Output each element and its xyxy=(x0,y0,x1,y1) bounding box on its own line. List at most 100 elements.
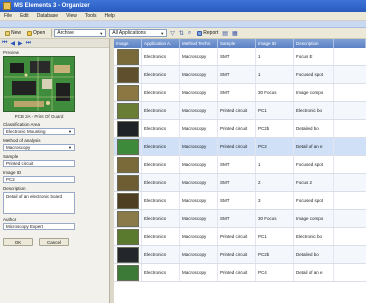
table-row[interactable]: Electronics Macroscopy SMT 1 Focused spot xyxy=(114,66,366,84)
panel-buttons: OK Cancel xyxy=(3,238,106,246)
table-row[interactable]: Electronics Macroscopy SMT 30 Focus Image co… xyxy=(114,210,366,228)
extra-cell xyxy=(334,228,366,245)
thumbnail-image[interactable] xyxy=(116,84,139,101)
column-header-application[interactable]: Application A. xyxy=(142,39,180,48)
sample-cell: Printed circuit xyxy=(218,264,256,281)
sample-cell: SMT xyxy=(218,84,256,101)
table-row[interactable]: Electronics Macroscopy SMT 3 Focused spot xyxy=(114,192,366,210)
report-button[interactable]: Report xyxy=(195,29,220,37)
table-row[interactable]: Electronics Macroscopy Printed circuit PC1 E… xyxy=(114,102,366,120)
image-id-cell: PC1 xyxy=(256,102,294,119)
column-header-sample[interactable]: Sample xyxy=(218,39,256,48)
thumbnail-image[interactable] xyxy=(116,138,139,155)
table-row[interactable]: Electronics Macroscopy Printed circuit PC1 E… xyxy=(114,228,366,246)
application-cell: Electronics xyxy=(142,138,180,155)
method-select[interactable]: Macroscopy ▼ xyxy=(3,144,75,151)
first-icon[interactable]: ⏮ xyxy=(2,40,7,47)
thumbnail-image[interactable] xyxy=(116,246,139,263)
filter-icon[interactable]: ▽ xyxy=(170,30,175,37)
description-cell: Focused spot xyxy=(294,156,334,173)
menu-help[interactable]: Help xyxy=(105,13,115,19)
thumbnail-image[interactable] xyxy=(116,174,139,191)
archive-dropdown[interactable]: Archive ▼ xyxy=(54,29,107,37)
method-cell: Macroscopy xyxy=(180,246,218,263)
thumbnail-image[interactable] xyxy=(116,210,139,227)
thumbnail-cell xyxy=(114,174,142,191)
thumbnail-cell xyxy=(114,264,142,281)
menu-database[interactable]: Database xyxy=(37,13,58,19)
description-cell: Focus E xyxy=(294,48,334,65)
sample-value: Printed circuit xyxy=(6,161,34,166)
table-row[interactable]: Electronics Macroscopy Printed circuit PC4 D… xyxy=(114,264,366,282)
image-id-field[interactable]: PC2 xyxy=(3,176,75,183)
method-cell: Macroscopy xyxy=(180,264,218,281)
new-button[interactable]: New xyxy=(3,29,23,37)
extra-cell xyxy=(334,246,366,263)
column-header-extra[interactable] xyxy=(334,39,366,48)
method-cell: Macroscopy xyxy=(180,48,218,65)
menu-file[interactable]: File xyxy=(4,13,12,19)
thumbnail-cell xyxy=(114,66,142,83)
thumbnail-image[interactable] xyxy=(116,66,139,83)
table-row[interactable]: Electronics Macroscopy SMT 1 Focused spot xyxy=(114,156,366,174)
sample-field[interactable]: Printed circuit xyxy=(3,160,75,167)
application-dropdown[interactable]: All Applications ▼ xyxy=(109,29,168,37)
thumbnail-image[interactable] xyxy=(116,228,139,245)
grid-icon[interactable]: ▦ xyxy=(232,30,238,37)
sort-icon[interactable]: ⇅ xyxy=(179,30,184,37)
column-header-image[interactable]: Image xyxy=(114,39,142,48)
classification-value: Electronic Mounting xyxy=(6,129,46,134)
extra-cell xyxy=(334,48,366,65)
thumbnail-image[interactable] xyxy=(116,120,139,137)
chevron-down-icon: ▼ xyxy=(99,30,104,36)
menu-bar: File Edit Database View Tools Help xyxy=(0,12,366,21)
properties-panel: ⏮ ◀ ▶ ⏭ Preview PCB 3A - Print Of Guard … xyxy=(0,39,110,303)
application-dropdown-value: All Applications xyxy=(112,30,146,36)
table-row[interactable]: Electronics Macroscopy SMT 30 Focus Image co… xyxy=(114,84,366,102)
thumbnail-cell xyxy=(114,210,142,227)
image-id-value: PC2 xyxy=(6,177,15,182)
extra-cell xyxy=(334,84,366,101)
menu-view[interactable]: View xyxy=(66,13,77,19)
image-id-cell: PC2b xyxy=(256,246,294,263)
method-cell: Macroscopy xyxy=(180,228,218,245)
column-header-description[interactable]: Description xyxy=(294,39,334,48)
description-cell: Electronic bo xyxy=(294,102,334,119)
sample-cell: SMT xyxy=(218,192,256,209)
table-row[interactable]: Electronics Macroscopy Printed circuit PC2b… xyxy=(114,246,366,264)
thumbnail-image[interactable] xyxy=(116,48,139,65)
next-icon[interactable]: ▶ xyxy=(18,40,23,47)
image-id-cell: PC4 xyxy=(256,264,294,281)
description-cell: Focused spot xyxy=(294,192,334,209)
thumbnail-image[interactable] xyxy=(116,264,139,281)
thumbnail-image[interactable] xyxy=(116,102,139,119)
menu-edit[interactable]: Edit xyxy=(20,13,29,19)
thumbnail-image[interactable] xyxy=(116,192,139,209)
table-row[interactable]: Electronics Macroscopy SMT 2 Focus 2 xyxy=(114,174,366,192)
table-row[interactable]: Electronics Macroscopy Printed circuit PC2b… xyxy=(114,120,366,138)
table-row[interactable]: Electronics Macroscopy SMT 1 Focus E xyxy=(114,48,366,66)
thumbnail-image[interactable] xyxy=(116,156,139,173)
cancel-button[interactable]: Cancel xyxy=(39,238,69,246)
table-row[interactable]: Electronics Macroscopy Printed circuit PC2 D… xyxy=(114,138,366,156)
method-cell: Macroscopy xyxy=(180,156,218,173)
column-header-method[interactable]: Method Techn. xyxy=(180,39,218,48)
author-field[interactable]: Microscopy Expert xyxy=(3,223,75,230)
open-button[interactable]: Open xyxy=(25,29,47,37)
image-id-cell: 1 xyxy=(256,156,294,173)
description-cell: Detailed bo xyxy=(294,120,334,137)
column-header-image-id[interactable]: Image ID xyxy=(256,39,294,48)
last-icon[interactable]: ⏭ xyxy=(26,40,31,47)
method-cell: Macroscopy xyxy=(180,192,218,209)
classification-select[interactable]: Electronic Mounting ▼ xyxy=(3,128,75,135)
view-options-icon[interactable]: ▤ xyxy=(222,30,228,37)
toolbar-separator xyxy=(51,29,53,37)
extra-cell xyxy=(334,156,366,173)
ok-button[interactable]: OK xyxy=(3,238,33,246)
new-icon xyxy=(5,30,10,36)
description-field[interactable]: Detail of an electronic board xyxy=(3,192,75,214)
search-icon[interactable]: ⌕ xyxy=(188,30,191,37)
previous-icon[interactable]: ◀ xyxy=(10,40,15,47)
method-cell: Macroscopy xyxy=(180,84,218,101)
menu-tools[interactable]: Tools xyxy=(85,13,97,19)
